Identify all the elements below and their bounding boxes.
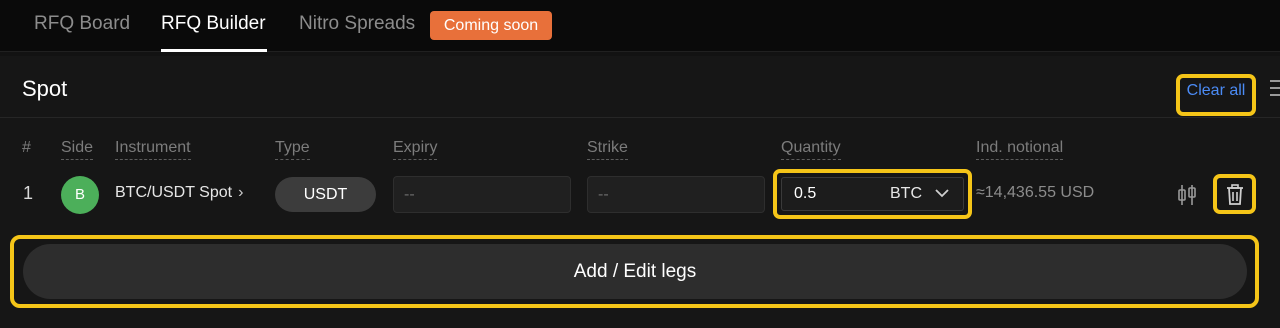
column-header-quantity: Quantity	[781, 138, 841, 160]
instrument-selector[interactable]: BTC/USDT Spot ›	[115, 184, 243, 202]
add-edit-legs-button[interactable]: Add / Edit legs	[23, 244, 1247, 299]
top-tab-bar: RFQ Board RFQ Builder Nitro Spreads Comi…	[0, 0, 1280, 52]
column-header-side: Side	[61, 138, 94, 160]
instrument-label: BTC/USDT Spot	[115, 184, 233, 201]
trash-icon	[1227, 184, 1243, 205]
column-header-index: #	[22, 139, 31, 156]
column-header-strike: Strike	[587, 138, 628, 160]
quantity-unit-selector[interactable]: BTC	[890, 177, 922, 211]
tab-nitro-spreads[interactable]: Nitro Spreads	[299, 12, 415, 36]
active-tab-indicator	[161, 49, 267, 52]
type-toggle-button[interactable]: USDT	[275, 177, 376, 212]
column-header-notional: Ind. notional	[976, 138, 1064, 160]
column-header-expiry: Expiry	[393, 138, 438, 160]
chevron-right-icon: ›	[238, 184, 244, 201]
delete-leg-button[interactable]	[1213, 174, 1256, 214]
column-header-type: Type	[275, 138, 310, 160]
menu-icon[interactable]	[1270, 80, 1280, 98]
strike-field[interactable]: --	[587, 176, 765, 213]
chevron-down-icon[interactable]	[935, 188, 949, 198]
divider	[0, 117, 1280, 118]
leg-index: 1	[23, 183, 34, 203]
expiry-field[interactable]: --	[393, 176, 571, 213]
column-header-instrument: Instrument	[115, 138, 191, 160]
rfq-builder-panel: Spot Clear all # Side Instrument Type Ex…	[0, 56, 1280, 328]
coming-soon-badge: Coming soon	[430, 11, 552, 40]
tab-rfq-board[interactable]: RFQ Board	[34, 12, 130, 36]
add-legs-highlight: Add / Edit legs	[10, 235, 1259, 308]
section-title: Spot	[22, 76, 68, 101]
clear-all-button[interactable]: Clear all	[1176, 74, 1256, 116]
rfq-toggle-icon[interactable]	[1176, 183, 1198, 207]
indicative-notional: ≈14,436.55 USD	[976, 184, 1095, 201]
quantity-highlight: BTC	[773, 169, 972, 219]
tab-rfq-builder[interactable]: RFQ Builder	[161, 12, 266, 36]
side-buy-button[interactable]: B	[61, 176, 99, 214]
